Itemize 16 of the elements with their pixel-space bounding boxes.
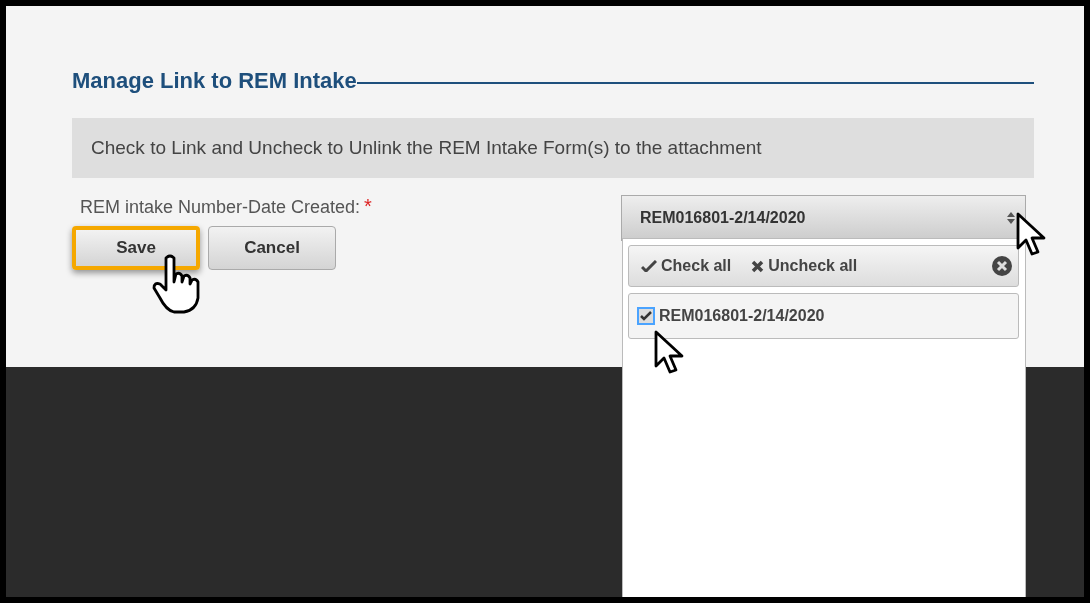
option-row[interactable]: REM016801-2/14/2020 xyxy=(628,293,1019,339)
close-icon[interactable] xyxy=(992,256,1012,276)
option-label: REM016801-2/14/2020 xyxy=(659,307,825,325)
check-icon xyxy=(641,260,657,272)
cancel-button[interactable]: Cancel xyxy=(208,226,336,270)
hand-cursor-icon xyxy=(150,254,202,316)
save-button[interactable]: Save xyxy=(72,226,200,270)
dialog-title: Manage Link to REM Intake xyxy=(72,68,357,94)
check-all-link[interactable]: Check all xyxy=(641,257,732,275)
x-icon xyxy=(751,259,765,273)
field-label: REM intake Number-Date Created: xyxy=(80,197,361,217)
uncheck-all-link[interactable]: Uncheck all xyxy=(751,257,858,275)
checkbox[interactable] xyxy=(637,307,655,325)
intake-select[interactable]: REM016801-2/14/2020 xyxy=(621,195,1026,241)
required-mark: * xyxy=(364,195,372,217)
instructions-banner: Check to Link and Uncheck to Unlink the REM Intake Form(s) to the attachment xyxy=(72,118,1034,178)
